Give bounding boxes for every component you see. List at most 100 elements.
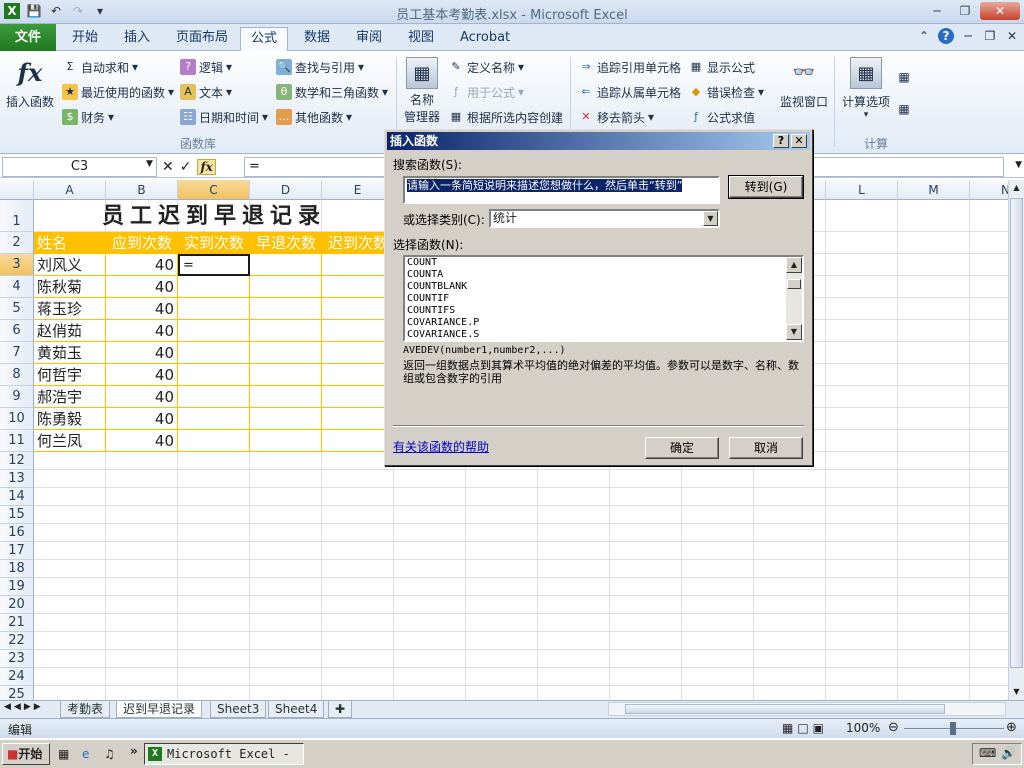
name-box[interactable]: C3 [2, 157, 157, 177]
column-header[interactable]: L [826, 180, 898, 200]
row-header[interactable]: 20 [0, 596, 34, 614]
ok-button[interactable]: 确定 [645, 437, 719, 459]
zoom-in-icon[interactable]: ⊕ [1006, 720, 1017, 735]
volume-tray-icon[interactable]: 🔊 [1001, 746, 1016, 760]
scroll-down-icon[interactable]: ▼ [1009, 684, 1024, 700]
name-cell[interactable]: 黄茹玉 [34, 342, 106, 364]
error-checking-button[interactable]: ◆ 错误检查 ▾ [688, 82, 764, 102]
actual-cell[interactable] [178, 430, 250, 452]
sheet-nav-arrows-icon[interactable]: ◀◀▶▶ [4, 702, 44, 712]
quicklaunch-more-icon[interactable]: » [130, 744, 138, 758]
row-header[interactable]: 24 [0, 668, 34, 686]
name-cell[interactable]: 赵俏茹 [34, 320, 106, 342]
expected-cell[interactable]: 40 [106, 430, 178, 452]
insert-function-button[interactable]: fx 插入函数 [4, 57, 56, 110]
early-cell[interactable] [250, 430, 322, 452]
horizontal-scroll-thumb[interactable] [625, 704, 945, 714]
early-cell[interactable] [250, 276, 322, 298]
column-header[interactable]: M [898, 180, 970, 200]
dropdown-arrow-icon[interactable]: ▼ [703, 211, 718, 226]
row-header[interactable]: 22 [0, 632, 34, 650]
header-cell[interactable]: 应到次数 [106, 232, 178, 254]
vertical-scrollbar[interactable]: ▲ ▼ [1008, 180, 1024, 700]
vertical-scroll-thumb[interactable] [1010, 198, 1023, 668]
row-header[interactable]: 12 [0, 452, 34, 470]
row-header[interactable]: 15 [0, 506, 34, 524]
ribbon-minimize-icon[interactable]: ⌃ [916, 28, 932, 44]
zoom-slider-thumb[interactable] [950, 722, 956, 735]
row-header[interactable]: 18 [0, 560, 34, 578]
actual-cell[interactable] [178, 386, 250, 408]
row-header[interactable]: 21 [0, 614, 34, 632]
show-formulas-button[interactable]: ▦ 显示公式 [688, 57, 755, 77]
expected-cell[interactable]: 40 [106, 276, 178, 298]
row-header[interactable]: 7 [0, 342, 34, 364]
early-cell[interactable] [250, 408, 322, 430]
view-buttons-icon[interactable]: ▦□▣ [782, 721, 828, 735]
insert-sheet-icon[interactable]: ✚ [328, 701, 353, 718]
actual-cell[interactable] [178, 320, 250, 342]
expected-cell[interactable]: 40 [106, 386, 178, 408]
row-header[interactable]: 3 [0, 254, 34, 276]
early-cell[interactable] [250, 386, 322, 408]
function-list-scrollbar[interactable]: ▲ ▼ [786, 257, 802, 340]
name-cell[interactable]: 何兰凤 [34, 430, 106, 452]
function-list-item[interactable]: COUNT [405, 257, 802, 269]
cancel-entry-icon[interactable]: ✕ [162, 159, 174, 175]
dialog-close-button[interactable]: ✕ [791, 134, 807, 148]
early-cell[interactable] [250, 254, 322, 276]
row-header[interactable]: 13 [0, 470, 34, 488]
taskbar-excel-button[interactable]: X Microsoft Excel - ... [144, 743, 304, 768]
row-header[interactable]: 1 [0, 200, 34, 232]
actual-cell[interactable] [178, 408, 250, 430]
early-cell[interactable] [250, 298, 322, 320]
list-scroll-down-icon[interactable]: ▼ [786, 324, 802, 340]
math-button[interactable]: θ 数学和三角函数 ▾ [276, 82, 388, 102]
define-name-button[interactable]: ✎ 定义名称 ▾ [448, 57, 524, 77]
quicklaunch-ie-icon[interactable]: e [82, 747, 89, 761]
zoom-out-icon[interactable]: ⊖ [888, 720, 899, 735]
confirm-entry-icon[interactable]: ✓ [180, 159, 192, 175]
tab-file[interactable]: 文件 [0, 24, 56, 51]
function-list-item[interactable]: COUNTIF [405, 293, 802, 305]
start-button[interactable]: ■开始 [2, 743, 50, 765]
create-from-selection-button[interactable]: ▦ 根据所选内容创建 [448, 107, 563, 127]
row-header[interactable]: 17 [0, 542, 34, 560]
column-header[interactable]: A [34, 180, 106, 200]
actual-cell[interactable] [178, 364, 250, 386]
row-header[interactable]: 23 [0, 650, 34, 668]
header-cell[interactable]: 实到次数 [178, 232, 250, 254]
remove-arrows-button[interactable]: ✕ 移去箭头 ▾ [578, 107, 654, 127]
row-header[interactable]: 2 [0, 232, 34, 254]
workbook-close-icon[interactable]: ✕ [1004, 28, 1020, 44]
quicklaunch-desktop-icon[interactable]: ▦ [58, 747, 69, 761]
name-cell[interactable]: 陈勇毅 [34, 408, 106, 430]
sheet-tab-attendance[interactable]: 考勤表 [60, 701, 111, 718]
go-button[interactable]: 转到(G) [728, 175, 804, 199]
function-search-input[interactable]: 请输入一条简短说明来描述您想做什么，然后单击“转到” [403, 176, 720, 204]
row-header[interactable]: 4 [0, 276, 34, 298]
expected-cell[interactable]: 40 [106, 342, 178, 364]
watch-window-button[interactable]: 👓 监视窗口 [776, 57, 832, 110]
tab-acrobat[interactable]: Acrobat [450, 27, 520, 51]
recent-functions-button[interactable]: ★ 最近使用的函数 ▾ [62, 82, 174, 102]
restore-button[interactable]: ❐ [952, 2, 978, 20]
name-cell[interactable]: 郝浩宇 [34, 386, 106, 408]
function-list[interactable]: COUNT COUNTA COUNTBLANK COUNTIF COUNTIFS COVA… [403, 255, 804, 342]
list-scroll-thumb[interactable] [787, 279, 801, 289]
use-in-formula-button[interactable]: ƒ 用于公式 ▾ [448, 82, 524, 102]
sheet-tab-sheet4[interactable]: Sheet4 [268, 701, 325, 718]
dialog-help-button[interactable]: ? [773, 134, 789, 148]
sheet-title-cell[interactable]: 员工迟到早退记录 [34, 200, 394, 232]
row-header[interactable]: 5 [0, 298, 34, 320]
name-manager-button[interactable]: ▦ 名称 管理器 [400, 57, 444, 125]
minimize-button[interactable]: ─ [924, 2, 950, 20]
tab-formulas[interactable]: 公式 [240, 27, 289, 51]
column-header[interactable]: B [106, 180, 178, 200]
more-functions-button[interactable]: … 其他函数 ▾ [276, 107, 352, 127]
row-header[interactable]: 9 [0, 386, 34, 408]
column-header[interactable]: C [178, 180, 250, 200]
function-list-item[interactable]: COUNTIFS [405, 305, 802, 317]
tab-view[interactable]: 视图 [398, 27, 444, 51]
row-header[interactable]: 19 [0, 578, 34, 596]
